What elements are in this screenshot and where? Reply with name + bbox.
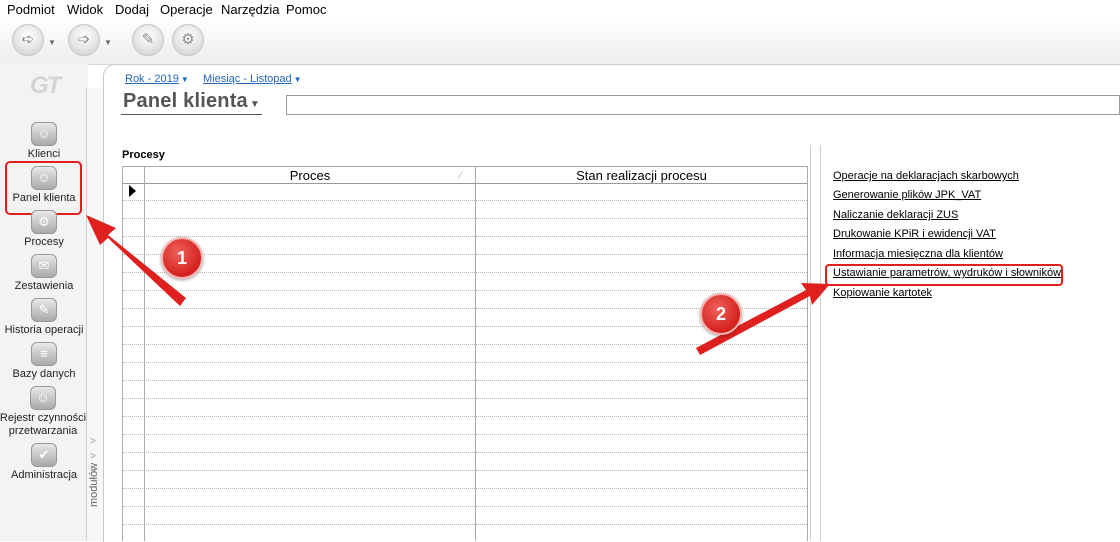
panel-splitter[interactable] bbox=[810, 145, 821, 541]
sidebar-item-rejestr[interactable]: ☺ Rejestr czynności przetwarzania bbox=[0, 386, 89, 438]
table-row[interactable] bbox=[123, 255, 807, 273]
year-label: Rok - 2019 bbox=[125, 73, 179, 85]
sidebar-item-label: Bazy danych bbox=[12, 368, 76, 380]
link-informacja-miesieczna[interactable]: Informacja miesięczna dla klientów bbox=[833, 248, 1003, 260]
month-selector[interactable]: Miesiąc - Listopad ▼ bbox=[203, 73, 302, 85]
sidebar-item-label: Rejestr czynności przetwarzania bbox=[0, 412, 87, 437]
back-button[interactable]: ➪ bbox=[12, 24, 44, 56]
brush-icon: ✎ bbox=[141, 31, 155, 48]
sidebar-item-zestawienia[interactable]: ✉ Zestawienia bbox=[0, 254, 88, 293]
link-deklaracje-skarbowe[interactable]: Operacje na deklaracjach skarbowych bbox=[833, 170, 1019, 182]
page-title: Panel klienta bbox=[123, 90, 248, 112]
search-input[interactable] bbox=[286, 95, 1120, 115]
client-icon: ☺ bbox=[31, 122, 57, 146]
history-icon: ✎ bbox=[31, 298, 57, 322]
gears-icon: ⚙ bbox=[31, 210, 57, 234]
link-deklaracje-zus[interactable]: Naliczanie deklaracji ZUS bbox=[833, 209, 958, 221]
sidebar-item-label: Administracja bbox=[10, 469, 78, 481]
brush-button[interactable]: ✎ bbox=[132, 24, 164, 56]
toolbar: ➪ ▼ ➩ ▼ ✎ ⚙ bbox=[0, 18, 1120, 65]
link-highlight bbox=[825, 264, 1063, 286]
back-icon: ➪ bbox=[21, 31, 35, 48]
menu-podmiot[interactable]: Podmiot bbox=[7, 2, 55, 17]
panel-title-dropdown[interactable]: Panel klienta ▼ bbox=[123, 90, 260, 113]
table-row[interactable] bbox=[123, 507, 807, 525]
menu-pomoc[interactable]: Pomoc bbox=[286, 2, 326, 17]
database-icon: ≡ bbox=[31, 342, 57, 366]
table-row[interactable] bbox=[123, 525, 807, 541]
month-label: Miesiąc - Listopad bbox=[203, 73, 292, 85]
admin-icon: ✔ bbox=[31, 443, 57, 467]
processes-label: Procesy bbox=[122, 149, 165, 161]
forward-button[interactable]: ➩ bbox=[68, 24, 100, 56]
table-row[interactable] bbox=[123, 201, 807, 219]
report-icon: ✉ bbox=[31, 254, 57, 278]
link-kpir-vat[interactable]: Drukowanie KPiR i ewidencji VAT bbox=[833, 228, 996, 240]
sidebar-item-historia-operacji[interactable]: ✎ Historia operacji bbox=[0, 298, 88, 337]
caret-down-icon: ▼ bbox=[180, 75, 189, 84]
sort-icon: ⁄ bbox=[460, 170, 462, 180]
processes-grid[interactable]: Proces ⁄ Stan realizacji procesu bbox=[122, 166, 808, 541]
table-row[interactable] bbox=[123, 471, 807, 489]
table-row[interactable] bbox=[123, 453, 807, 471]
table-row[interactable] bbox=[123, 327, 807, 345]
menu-bar: Podmiot Widok Dodaj Operacje Narzędzia P… bbox=[0, 0, 1120, 18]
link-kopiowanie-kartotek[interactable]: Kopiowanie kartotek bbox=[833, 287, 932, 299]
chevron-right-icon[interactable]: > bbox=[90, 436, 96, 447]
year-selector[interactable]: Rok - 2019 ▼ bbox=[125, 73, 189, 85]
sidebar-item-label: Klienci bbox=[27, 148, 61, 160]
title-underline bbox=[121, 114, 262, 115]
modules-label: modułów bbox=[88, 462, 100, 507]
menu-dodaj[interactable]: Dodaj bbox=[115, 2, 149, 17]
menu-widok[interactable]: Widok bbox=[67, 2, 103, 17]
sidebar-item-administracja[interactable]: ✔ Administracja bbox=[0, 443, 88, 482]
sidebar-item-bazy-danych[interactable]: ≡ Bazy danych bbox=[0, 342, 88, 381]
table-row[interactable] bbox=[123, 417, 807, 435]
table-row[interactable] bbox=[123, 489, 807, 507]
table-row[interactable] bbox=[123, 381, 807, 399]
caret-down-icon: ▼ bbox=[293, 75, 302, 84]
column-header-proces[interactable]: Proces bbox=[145, 168, 475, 183]
sidebar-item-procesy[interactable]: ⚙ Procesy bbox=[0, 210, 88, 249]
table-row[interactable] bbox=[123, 435, 807, 453]
back-dropdown-icon[interactable]: ▼ bbox=[48, 38, 56, 47]
table-row[interactable] bbox=[123, 273, 807, 291]
sidebar-item-label: Zestawienia bbox=[14, 280, 74, 292]
app-logo: GT bbox=[30, 72, 61, 99]
chevron-right-icon[interactable]: > bbox=[90, 451, 96, 462]
settings-icon: ⚙ bbox=[181, 31, 195, 48]
table-row[interactable] bbox=[123, 183, 807, 201]
settings-button[interactable]: ⚙ bbox=[172, 24, 204, 56]
callout-badge-2: 2 bbox=[700, 293, 742, 335]
column-header-stan[interactable]: Stan realizacji procesu bbox=[476, 168, 807, 183]
table-row[interactable] bbox=[123, 345, 807, 363]
active-item-highlight bbox=[5, 161, 82, 215]
table-row[interactable] bbox=[123, 237, 807, 255]
grid-header: Proces ⁄ Stan realizacji procesu bbox=[123, 166, 807, 184]
forward-dropdown-icon[interactable]: ▼ bbox=[104, 38, 112, 47]
current-row-pointer-icon bbox=[129, 185, 136, 197]
callout-badge-1: 1 bbox=[161, 237, 203, 279]
forward-icon: ➩ bbox=[77, 31, 91, 48]
link-jpk-vat[interactable]: Generowanie plików JPK_VAT bbox=[833, 189, 981, 201]
table-row[interactable] bbox=[123, 399, 807, 417]
menu-operacje[interactable]: Operacje bbox=[160, 2, 213, 17]
caret-down-icon: ▼ bbox=[249, 99, 260, 110]
table-row[interactable] bbox=[123, 363, 807, 381]
register-icon: ☺ bbox=[30, 386, 56, 410]
sidebar-item-label: Historia operacji bbox=[4, 324, 84, 336]
menu-narzedzia[interactable]: Narzędzia bbox=[221, 2, 280, 17]
table-row[interactable] bbox=[123, 219, 807, 237]
sidebar-item-label: Procesy bbox=[24, 236, 64, 248]
sidebar-item-klienci[interactable]: ☺ Klienci bbox=[0, 122, 88, 161]
